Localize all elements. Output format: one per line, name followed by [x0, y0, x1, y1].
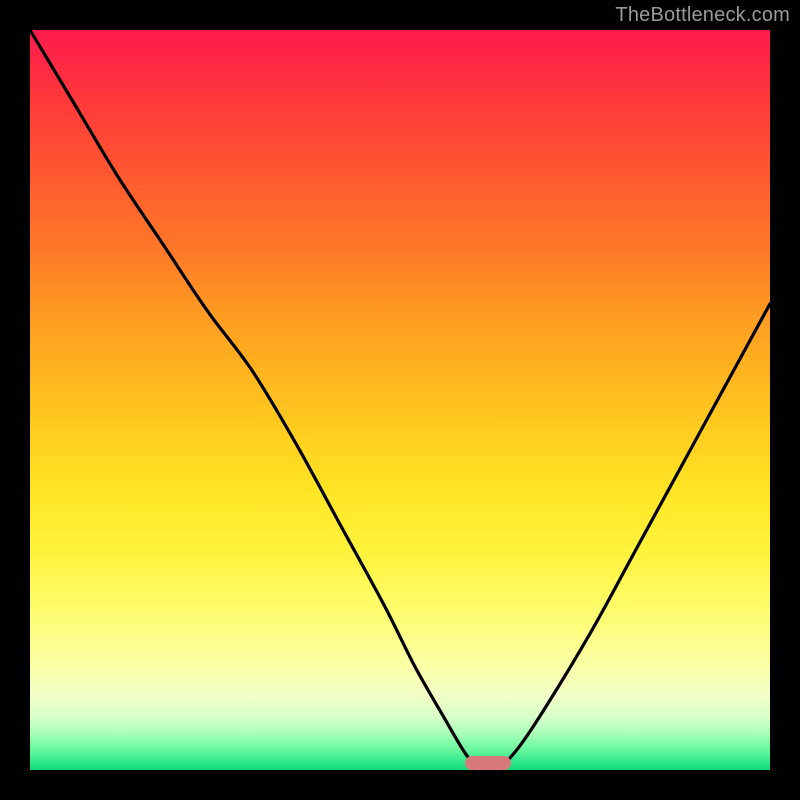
optimal-marker — [465, 756, 511, 770]
bottleneck-curve — [30, 30, 770, 770]
chart-frame: TheBottleneck.com — [0, 0, 800, 800]
watermark-text: TheBottleneck.com — [615, 4, 790, 27]
plot-area — [30, 30, 770, 770]
